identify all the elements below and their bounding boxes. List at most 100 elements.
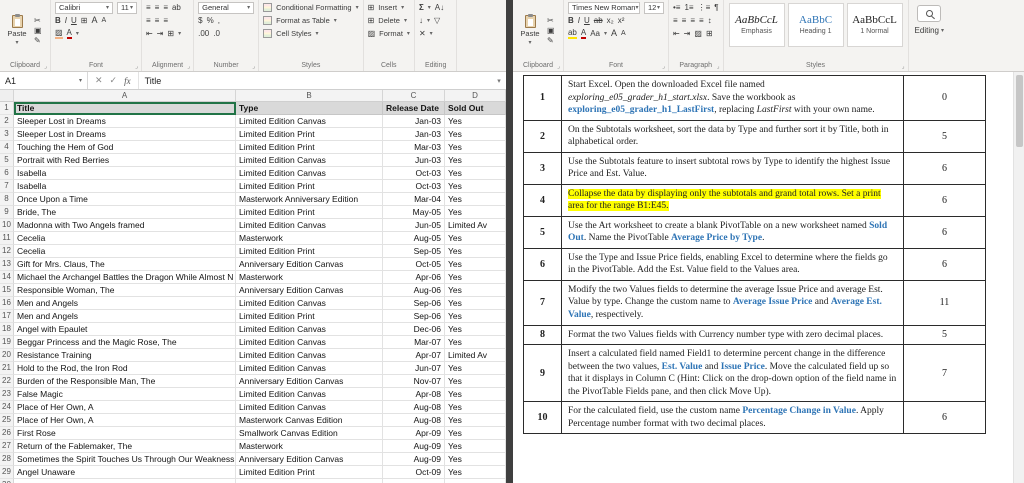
italic-button[interactable]: I [65,16,67,25]
dialog-launcher-icon[interactable]: ⌟ [252,63,255,70]
step-instructions[interactable]: Insert a calculated field named Field1 t… [561,344,904,403]
row-header[interactable]: 17 [0,310,14,323]
bullets-button[interactable]: •≡ [673,3,680,12]
grid-cell[interactable]: Masterwork Anniversary Edition [236,193,383,206]
grid-cell[interactable]: Limited Av [445,219,506,232]
justify-button[interactable]: ≡ [699,16,704,25]
formula-bar-input[interactable]: Title [139,72,492,89]
grid-cell[interactable]: Sep-05 [383,245,445,258]
font-size-select[interactable]: 11 ▾ [116,1,137,14]
grid-cell[interactable]: Oct-03 [383,167,445,180]
grid-cell[interactable]: Yes [445,336,506,349]
step-instructions[interactable]: For the calculated field, use the custom… [561,401,904,435]
grid-cell[interactable]: Limited Edition Canvas [236,401,383,414]
grid-cell[interactable]: Limited Edition Print [236,180,383,193]
grid-cell[interactable]: Sometimes the Spirit Touches Us Through … [14,453,236,466]
grid-cell[interactable]: Oct-03 [383,180,445,193]
row-header[interactable]: 18 [0,323,14,336]
align-top-button[interactable]: ≡ [146,3,151,12]
row-header[interactable]: 22 [0,375,14,388]
grid-cell[interactable] [14,479,236,483]
style-card-normal[interactable]: AaBbCcL 1 Normal [846,3,903,47]
grid-cell[interactable]: Hold to the Rod, the Iron Rod [14,362,236,375]
grid-cell[interactable]: Men and Angels [14,297,236,310]
grid-cell[interactable]: Yes [445,375,506,388]
step-number[interactable]: 10 [523,401,562,435]
search-button[interactable] [917,5,942,22]
column-header-b[interactable]: B [236,90,383,101]
subscript-button[interactable]: x₂ [607,16,614,25]
decrease-indent-button[interactable]: ⇤ [146,29,153,38]
align-middle-button[interactable]: ≡ [155,3,160,12]
grid-cell[interactable]: Masterwork [236,271,383,284]
grid-cell[interactable]: Jun-03 [383,154,445,167]
font-color-button[interactable]: A [580,28,587,39]
step-instructions[interactable]: Collapse the data by displaying only the… [561,183,904,217]
copy-icon[interactable]: ▣ [34,26,42,35]
grow-font-button[interactable]: A [91,16,97,25]
scrollbar-thumb[interactable] [1016,75,1023,147]
column-header-c[interactable]: C [383,90,445,101]
grid-cell[interactable]: Sold Out [445,102,506,115]
grid-cell[interactable]: Masterwork [236,232,383,245]
bold-button[interactable]: B [568,16,574,25]
percent-style-button[interactable]: % [207,16,214,25]
step-points[interactable]: 11 [903,279,986,326]
row-header[interactable]: 19 [0,336,14,349]
grid-cell[interactable] [236,479,383,483]
grid-cell[interactable]: Burden of the Responsible Man, The [14,375,236,388]
wrap-text-button[interactable]: ab [172,3,181,12]
fill-button[interactable]: ↓ [419,16,423,25]
grid-cell[interactable]: Limited Edition Canvas [236,349,383,362]
grid-cell[interactable]: Yes [445,245,506,258]
step-number[interactable]: 6 [523,247,562,281]
line-spacing-button[interactable]: ↕ [708,16,712,25]
grid-cell[interactable]: Touching the Hem of God [14,141,236,154]
grid-cell[interactable]: Masterwork Canvas Edition [236,414,383,427]
step-instructions[interactable]: Start Excel. Open the downloaded Excel f… [561,75,904,121]
grid-cell[interactable]: Jun-07 [383,362,445,375]
grid-cell[interactable]: Limited Edition Canvas [236,336,383,349]
filter-button[interactable]: ▽ [434,16,440,25]
grid-cell[interactable]: Limited Edition Canvas [236,297,383,310]
grid-cell[interactable]: Yes [445,232,506,245]
grid-cell[interactable]: Jan-03 [383,128,445,141]
shrink-font-button[interactable]: A [101,17,106,24]
change-case-button[interactable]: Aa [590,29,600,38]
grid-cell[interactable]: Oct-05 [383,258,445,271]
row-header[interactable]: 1 [0,102,14,115]
grid-cell[interactable]: Yes [445,167,506,180]
align-center-button[interactable]: ≡ [155,16,160,25]
grid-cell[interactable]: Angel Unaware [14,466,236,479]
column-header-a[interactable]: A [14,90,236,101]
select-all-corner[interactable] [0,90,14,101]
grid-cell[interactable]: Anniversary Edition Canvas [236,453,383,466]
font-name-select[interactable]: Calibri ▾ [54,1,113,14]
dialog-launcher-icon[interactable]: ⌟ [662,63,665,70]
align-right-button[interactable]: ≡ [163,16,168,25]
word-document[interactable]: 1 Start Excel. Open the downloaded Excel … [513,72,1024,483]
fill-color-button[interactable]: ▨ [54,28,63,39]
shading-button[interactable]: ▨ [694,29,702,38]
step-points[interactable]: 6 [903,215,986,249]
grid-cell[interactable]: Yes [445,414,506,427]
column-header-d[interactable]: D [445,90,506,101]
align-center-button[interactable]: ≡ [682,16,687,25]
accounting-format-button[interactable]: $ [198,16,202,25]
sort-filter-button[interactable]: A↓ [435,3,444,12]
row-header[interactable]: 15 [0,284,14,297]
grid-cell[interactable]: Return of the Fablemaker, The [14,440,236,453]
delete-button[interactable]: Delete [378,16,400,25]
borders-button[interactable]: ⊞ [81,16,88,25]
grid-cell[interactable]: Yes [445,297,506,310]
insert-button[interactable]: Insert [378,3,397,12]
number-format-select[interactable]: General ▾ [198,1,255,14]
align-bottom-button[interactable]: ≡ [163,3,168,12]
grid-cell[interactable]: Aug-09 [383,440,445,453]
step-instructions[interactable]: On the Subtotals worksheet, sort the dat… [561,119,904,153]
cut-icon[interactable]: ✂ [547,16,555,25]
row-header[interactable]: 20 [0,349,14,362]
grid-cell[interactable]: Yes [445,284,506,297]
chevron-down-icon[interactable]: ▾ [178,30,181,37]
step-points[interactable]: 6 [903,183,986,217]
